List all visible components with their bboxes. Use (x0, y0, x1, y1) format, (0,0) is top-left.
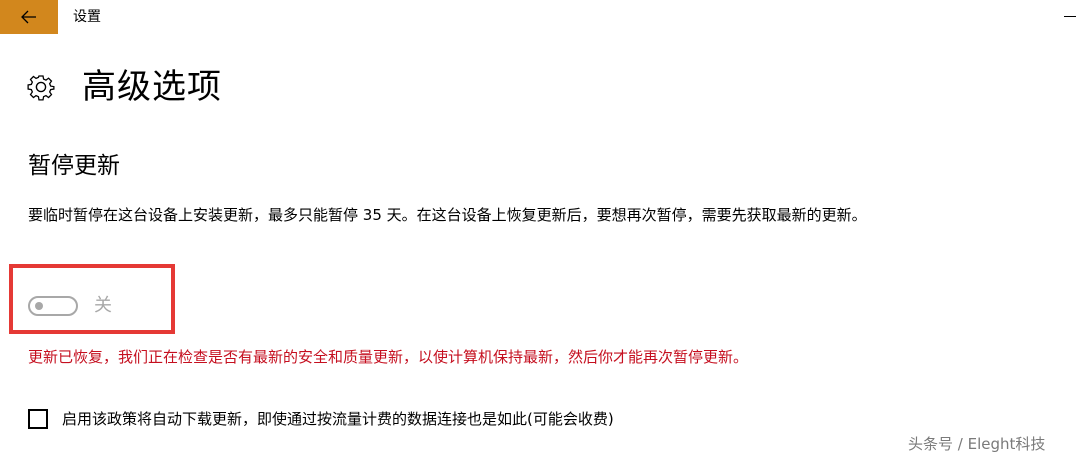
minimize-button[interactable] (1052, 0, 1078, 34)
page-header: 高级选项 (26, 64, 222, 110)
gear-icon (26, 72, 56, 102)
metered-download-checkbox[interactable] (28, 409, 48, 429)
minimize-icon (1064, 16, 1076, 17)
back-button[interactable] (0, 0, 58, 34)
pause-updates-toggle[interactable]: 关 (28, 292, 112, 320)
back-arrow-icon (21, 10, 37, 24)
toggle-knob (35, 302, 43, 310)
metered-download-label[interactable]: 启用该政策将自动下载更新，即使通过按流量计费的数据连接也是如此(可能会收费) (62, 406, 614, 432)
metered-download-option[interactable]: 启用该政策将自动下载更新，即使通过按流量计费的数据连接也是如此(可能会收费) (28, 406, 614, 432)
toggle-state-label: 关 (94, 295, 112, 316)
window-title: 设置 (73, 9, 101, 25)
status-message: 更新已恢复，我们正在检查是否有最新的安全和质量更新，以使计算机保持最新，然后你才… (28, 348, 749, 366)
settings-window: 设置 高级选项 暂停更新 要临时暂停在这台设备上安装更新，最多只能暂停 35 天… (0, 0, 1078, 463)
title-bar: 设置 (0, 0, 1078, 34)
section-title-pause-updates: 暂停更新 (28, 153, 120, 179)
watermark: 头条号 / Eleght科技 (908, 435, 1046, 453)
page-title: 高级选项 (82, 67, 222, 107)
pause-updates-description: 要临时暂停在这台设备上安装更新，最多只能暂停 35 天。在这台设备上恢复更新后，… (28, 206, 867, 224)
toggle-switch[interactable] (28, 296, 78, 316)
